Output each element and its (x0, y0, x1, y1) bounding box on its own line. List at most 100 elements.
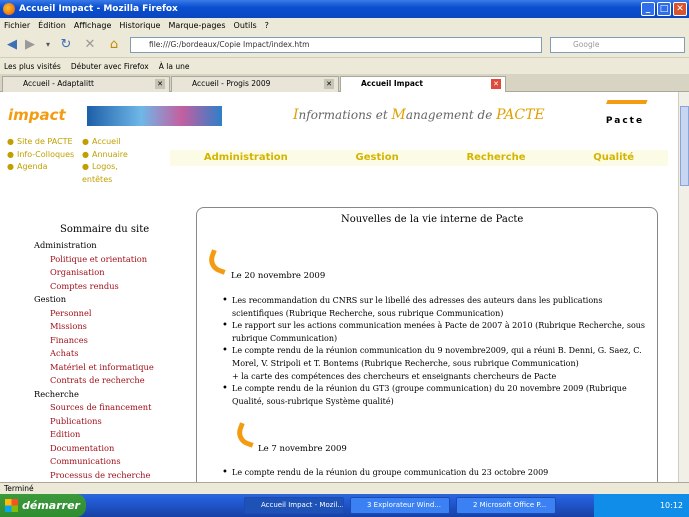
firefox-icon (3, 3, 15, 15)
sommaire-section: Gestion (34, 294, 67, 304)
tab-impact[interactable]: Accueil Impact ✕ (340, 76, 506, 93)
history-dropdown-icon[interactable]: ▾ (40, 37, 56, 53)
news-item-extra: + la carte des compétences des chercheur… (232, 371, 557, 381)
link-site-pacte[interactable]: ● Site de PACTE (7, 136, 74, 149)
vertical-scrollbar[interactable] (678, 92, 689, 482)
sommaire-link[interactable]: Publications (34, 415, 154, 429)
news-list: Le compte rendu de la réunion du groupe … (222, 467, 654, 480)
tab-progis[interactable]: Accueil - Progis 2009 ✕ (171, 76, 339, 92)
window-titlebar: Accueil Impact - Mozilla Firefox _ □ ✕ (0, 0, 689, 18)
news-item: Les recommandation du CNRS sur le libell… (222, 295, 654, 320)
menu-fichier[interactable]: Fichier (0, 21, 34, 30)
news-title: Nouvelles de la vie interne de Pacte (341, 214, 524, 225)
taskbar: démarrer Accueil Impact - Mozil... 3 Exp… (0, 494, 689, 517)
sommaire-link[interactable]: Organisation (34, 266, 154, 280)
sommaire-link[interactable]: Edition (34, 428, 154, 442)
news-item: Le compte rendu de la réunion du groupe … (222, 467, 654, 480)
impact-logo[interactable]: impact (8, 106, 66, 124)
main-navigation: Administration Gestion Recherche Qualité (170, 150, 668, 166)
news-date: Le 7 novembre 2009 (258, 444, 347, 454)
bookmark-most-visited[interactable]: Les plus visités (4, 62, 61, 71)
windows-logo-icon (5, 499, 18, 512)
tab-close-icon[interactable]: ✕ (324, 79, 334, 89)
nav-gestion[interactable]: Gestion (356, 150, 399, 166)
left-links-col1: ● Site de PACTE ● Info-Colloques ● Agenda (7, 136, 74, 174)
menu-historique[interactable]: Historique (115, 21, 164, 30)
status-text: Terminé (4, 484, 34, 493)
menu-help[interactable]: ? (261, 21, 273, 30)
start-button[interactable]: démarrer (0, 494, 86, 517)
back-arrow-icon[interactable]: ◀ (4, 37, 20, 53)
tab-label: Accueil Impact (361, 79, 423, 88)
taskbar-item-office[interactable]: 2 Microsoft Office P... (456, 497, 556, 514)
close-button[interactable]: ✕ (673, 2, 687, 16)
maximize-button[interactable]: □ (657, 2, 671, 16)
reload-icon[interactable]: ↻ (58, 37, 74, 53)
sommaire-link[interactable]: Achats (34, 347, 154, 361)
page-content: impact Informations et Management de PAC… (0, 92, 678, 482)
tab-bar: Accueil - Adaptalitt ✕ Accueil - Progis … (0, 74, 689, 93)
sommaire-link[interactable]: Matériel et informatique (34, 361, 154, 375)
bookmark-getting-started[interactable]: Débuter avec Firefox (71, 62, 149, 71)
link-agenda[interactable]: ● Agenda (7, 161, 74, 174)
sommaire-link[interactable]: Sources de financement (34, 401, 154, 415)
navigation-toolbar: ◀ ▶ ▾ ↻ ✕ ⌂ file:///G:/bordeaux/Copie Im… (0, 32, 689, 58)
tab-close-icon[interactable]: ✕ (491, 79, 501, 89)
minimize-button[interactable]: _ (641, 2, 655, 16)
menu-bar: Fichier Édition Affichage Historique Mar… (0, 18, 689, 32)
search-placeholder: Google (573, 40, 600, 49)
sommaire-link[interactable]: Missions (34, 320, 154, 334)
url-bar[interactable]: file:///G:/bordeaux/Copie Impact/index.h… (130, 37, 542, 53)
stop-icon[interactable]: ✕ (82, 37, 98, 53)
home-icon[interactable]: ⌂ (106, 37, 122, 53)
menu-outils[interactable]: Outils (230, 21, 261, 30)
menu-marque-pages[interactable]: Marque-pages (164, 21, 229, 30)
search-input[interactable]: Google (550, 37, 685, 53)
sommaire-link[interactable]: Comptes rendus (34, 280, 154, 294)
menu-affichage[interactable]: Affichage (70, 21, 116, 30)
news-item: Le compte rendu de la réunion communicat… (222, 345, 654, 370)
sommaire-link[interactable]: Communications (34, 455, 154, 469)
window-title: Accueil Impact - Mozilla Firefox (19, 4, 178, 14)
taskbar-item-explorer[interactable]: 3 Explorateur Wind... (350, 497, 450, 514)
status-bar: Terminé (0, 482, 689, 494)
left-links-col2: ● Accueil ● Annuaire ● Logos, entêtes (82, 136, 128, 186)
sommaire-section: Administration (34, 240, 97, 250)
news-item: Le compte rendu de la réunion du GT3 (gr… (222, 383, 654, 408)
page-header-title: Informations et Management de PACTE (293, 107, 545, 123)
news-item: Le rapport sur les actions communication… (222, 320, 654, 345)
link-entetes[interactable]: entêtes (82, 174, 128, 187)
sommaire-link[interactable]: Contrats de recherche (34, 374, 154, 388)
sommaire-link[interactable]: Personnel (34, 307, 154, 321)
sommaire-section: Recherche (34, 388, 79, 399)
tab-label: Accueil - Adaptalitt (23, 79, 94, 88)
tab-close-icon[interactable]: ✕ (155, 79, 165, 89)
bookmarks-toolbar: Les plus visités Débuter avec Firefox À … (0, 58, 689, 74)
scrollbar-thumb[interactable] (680, 106, 689, 186)
link-logos[interactable]: ● Logos, (82, 161, 128, 174)
news-list: Les recommandation du CNRS sur le libell… (222, 295, 654, 408)
sommaire-title: Sommaire du site (60, 224, 150, 235)
sommaire-link[interactable]: Politique et orientation (34, 253, 154, 267)
nav-qualite[interactable]: Qualité (593, 150, 634, 166)
link-accueil[interactable]: ● Accueil (82, 136, 128, 149)
site-sommaire: Administration Politique et orientation … (34, 239, 154, 482)
nav-administration[interactable]: Administration (204, 150, 288, 166)
nav-recherche[interactable]: Recherche (466, 150, 525, 166)
menu-edition[interactable]: Édition (34, 21, 70, 30)
taskbar-item-firefox[interactable]: Accueil Impact - Mozil... (244, 497, 344, 514)
news-date: Le 20 novembre 2009 (231, 271, 326, 281)
link-annuaire[interactable]: ● Annuaire (82, 149, 128, 162)
clock: 10:12 (659, 501, 683, 510)
sommaire-link[interactable]: Finances (34, 334, 154, 348)
url-text: file:///G:/bordeaux/Copie Impact/index.h… (149, 40, 310, 49)
bookmark-news[interactable]: À la une (159, 62, 190, 71)
sommaire-link[interactable]: Processus de recherche (34, 469, 154, 483)
tab-label: Accueil - Progis 2009 (192, 79, 271, 88)
sommaire-link[interactable]: Documentation (34, 442, 154, 456)
tab-adaptalitt[interactable]: Accueil - Adaptalitt ✕ (2, 76, 170, 92)
system-tray: 10:12 (594, 494, 689, 517)
forward-arrow-icon[interactable]: ▶ (22, 37, 38, 53)
link-info-colloques[interactable]: ● Info-Colloques (7, 149, 74, 162)
banner-image (87, 106, 222, 126)
